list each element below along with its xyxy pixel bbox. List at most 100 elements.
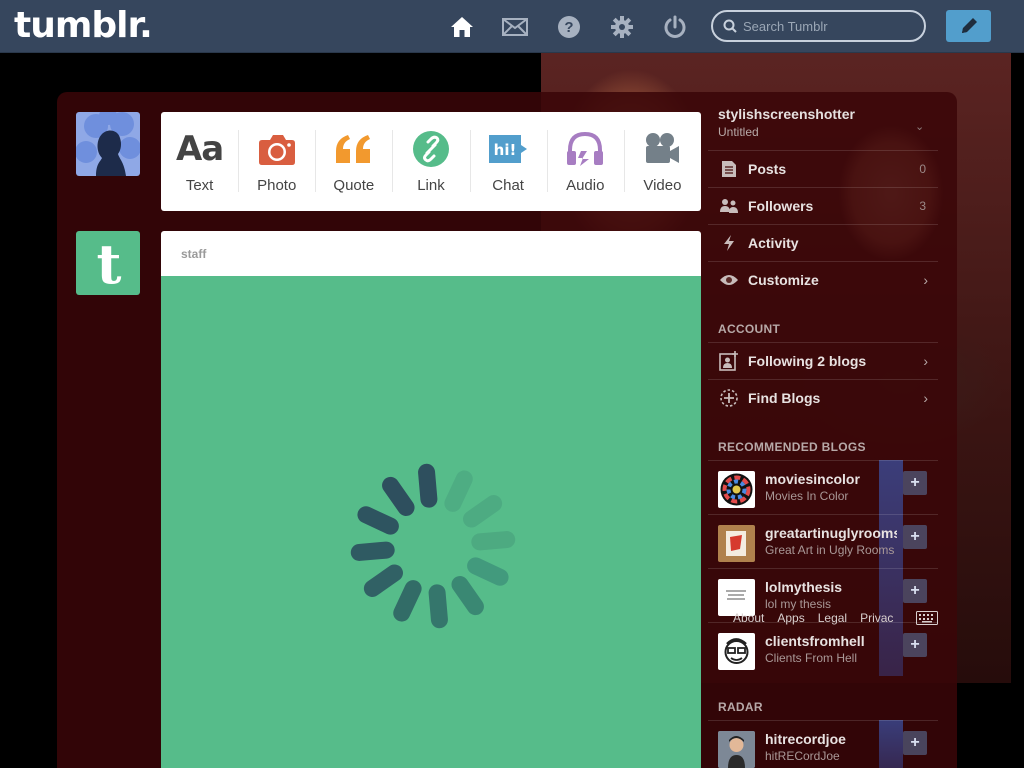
blog-title: Untitled	[718, 125, 759, 139]
eye-icon	[718, 273, 740, 287]
dashboard-post: staff	[161, 231, 701, 768]
recommended-section-title: RECOMMENDED BLOGS	[718, 440, 866, 454]
text-icon: Aa	[175, 129, 224, 169]
post-audio-button[interactable]: Audio	[546, 112, 624, 211]
sidebar-item-label: Find Blogs	[748, 390, 821, 406]
blog-title: lol my thesis	[765, 597, 832, 611]
video-camera-icon	[643, 129, 681, 169]
follow-button[interactable]: +	[903, 525, 927, 549]
sidebar-item-customize[interactable]: Customize ›	[708, 261, 938, 298]
blog-thumbnail	[718, 633, 755, 670]
dashboard-page: tumblr. ? Search Tumblr Aa Text Photo Qu…	[0, 0, 1024, 768]
post-type-label: Text	[185, 177, 214, 194]
post-type-label: Quote	[333, 177, 375, 194]
camera-icon	[258, 129, 296, 169]
follow-button[interactable]: +	[903, 579, 927, 603]
home-icon[interactable]	[449, 14, 475, 40]
blog-title: hitRECordJoe	[765, 749, 840, 763]
post-video-button[interactable]: Video	[623, 112, 701, 211]
followers-icon	[718, 198, 740, 214]
compose-button[interactable]	[946, 10, 991, 42]
sidebar-item-posts[interactable]: Posts 0	[708, 150, 938, 187]
user-avatar[interactable]	[76, 112, 140, 176]
sidebar-item-followers[interactable]: Followers 3	[708, 187, 938, 224]
follow-button[interactable]: +	[903, 731, 927, 755]
loading-spinner-icon	[350, 463, 516, 629]
tumblr-logo[interactable]: tumblr.	[14, 5, 153, 46]
chevron-down-icon[interactable]: ⌄	[915, 120, 924, 133]
top-navigation-bar: tumblr. ?	[0, 0, 1024, 53]
mail-icon[interactable]	[502, 14, 528, 40]
radar-blog[interactable]: hitrecordjoe hitRECordJoe +	[708, 720, 938, 768]
current-blog[interactable]: stylishscreenshotter Untitled	[718, 106, 855, 139]
chat-icon: hi!	[487, 129, 529, 169]
quote-icon	[334, 129, 374, 169]
recommended-blog[interactable]: moviesincolor Movies In Color +	[708, 460, 938, 514]
blog-title: Clients From Hell	[765, 651, 858, 665]
post-text-button[interactable]: Aa Text	[161, 112, 238, 211]
power-icon[interactable]	[662, 14, 688, 40]
followers-count: 3	[919, 199, 926, 213]
account-section-title: ACCOUNT	[718, 322, 781, 336]
sidebar-item-label: Activity	[748, 235, 799, 251]
sidebar-item-activity[interactable]: Activity	[708, 224, 938, 261]
post-type-bar: Aa Text Photo Quote Link hi! Chat Audio …	[161, 112, 701, 211]
post-type-label: Audio	[566, 177, 605, 194]
blog-thumbnail	[718, 731, 755, 768]
sidebar-item-label: Following 2 blogs	[748, 353, 867, 369]
svg-text:hi!: hi!	[494, 141, 517, 159]
help-icon[interactable]: ?	[556, 14, 582, 40]
search-input[interactable]	[743, 18, 913, 34]
post-quote-button[interactable]: Quote	[315, 112, 392, 211]
posts-icon	[718, 160, 740, 178]
blog-name: stylishscreenshotter	[718, 106, 855, 122]
post-chat-button[interactable]: hi! Chat	[469, 112, 547, 211]
search-box[interactable]	[711, 10, 926, 42]
post-photo-button[interactable]: Photo	[238, 112, 315, 211]
post-media	[161, 276, 701, 768]
post-type-label: Video	[643, 177, 682, 194]
sidebar-item-label: Followers	[748, 198, 814, 214]
chevron-right-icon: ›	[923, 390, 928, 406]
recommended-blog[interactable]: clientsfromhell Clients From Hell +	[708, 622, 938, 676]
blog-name: clientsfromhell	[765, 633, 865, 649]
post-type-label: Chat	[492, 177, 524, 194]
chevron-right-icon: ›	[923, 353, 928, 369]
follow-button[interactable]: +	[903, 633, 927, 657]
lightning-icon	[718, 234, 740, 252]
search-icon	[723, 19, 737, 33]
recommended-blog[interactable]: greatartinuglyrooms Great Art in Ugly Ro…	[708, 514, 938, 568]
link-icon	[412, 129, 450, 169]
footer-link-legal[interactable]: Legal	[818, 611, 847, 625]
blog-name: hitrecordjoe	[765, 731, 846, 747]
svg-text:t: t	[97, 232, 122, 295]
settings-icon[interactable]	[609, 14, 635, 40]
chevron-right-icon: ›	[923, 272, 928, 288]
post-author[interactable]: staff	[181, 247, 206, 261]
footer-link-privacy[interactable]: Privac	[860, 611, 893, 625]
following-icon	[718, 351, 740, 371]
sidebar-item-find-blogs[interactable]: Find Blogs ›	[708, 379, 938, 416]
blog-title: Great Art in Ugly Rooms	[765, 543, 895, 557]
blog-title: Movies In Color	[765, 489, 849, 503]
footer-link-apps[interactable]: Apps	[777, 611, 804, 625]
footer-link-about[interactable]: About	[733, 611, 764, 625]
sidebar-item-following[interactable]: Following 2 blogs ›	[708, 342, 938, 379]
find-blogs-icon	[718, 388, 740, 408]
post-type-label: Photo	[257, 177, 297, 194]
keyboard-icon[interactable]	[916, 611, 938, 625]
post-link-button[interactable]: Link	[392, 112, 469, 211]
staff-avatar[interactable]: t	[76, 231, 140, 295]
blog-name: moviesincolor	[765, 471, 860, 487]
pencil-icon	[961, 18, 977, 33]
follow-button[interactable]: +	[903, 471, 927, 495]
sidebar-item-label: Customize	[748, 272, 819, 288]
blog-name: greatartinuglyrooms	[765, 525, 897, 541]
posts-count: 0	[919, 162, 926, 176]
headphones-icon	[565, 129, 605, 169]
footer-links: About Apps Legal Privac	[733, 611, 893, 625]
blog-thumbnail	[718, 471, 755, 508]
blog-name: lolmythesis	[765, 579, 843, 595]
blog-thumbnail	[718, 525, 755, 562]
post-type-label: Link	[417, 177, 445, 194]
